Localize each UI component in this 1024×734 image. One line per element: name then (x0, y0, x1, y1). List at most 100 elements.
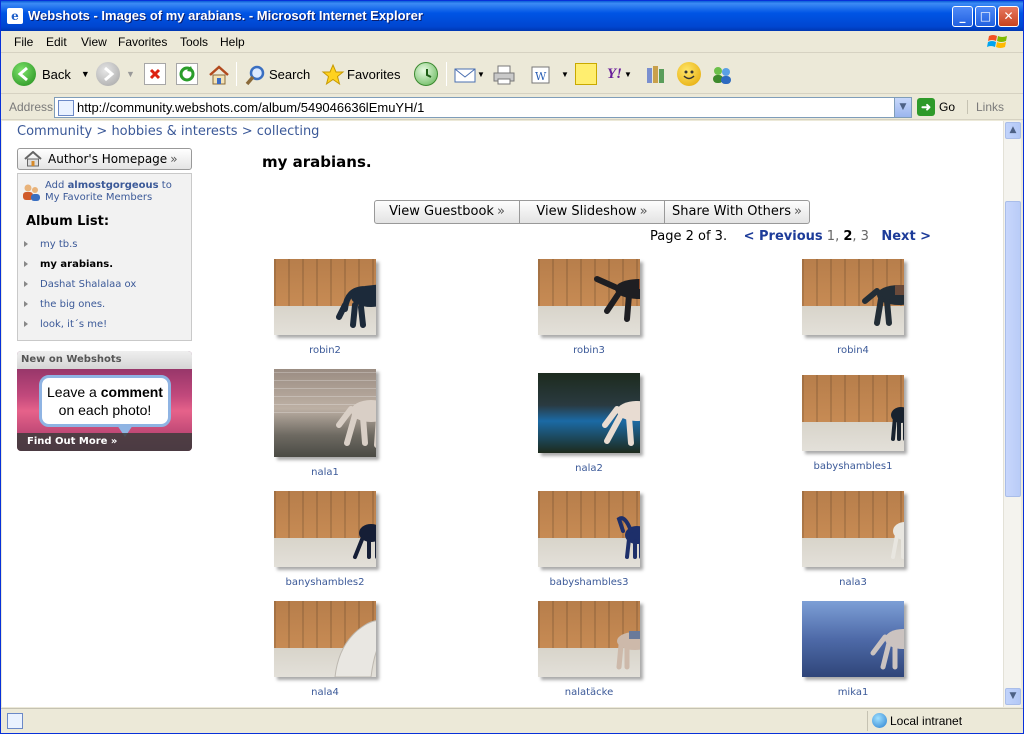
refresh-button[interactable] (176, 60, 198, 88)
photo-thumbnail[interactable]: nala1 (274, 369, 376, 478)
photo-image[interactable] (274, 601, 376, 677)
home-button[interactable] (207, 60, 229, 88)
menu-edit[interactable]: Edit (46, 35, 67, 49)
edit-dropdown-icon[interactable]: ▼ (561, 70, 569, 79)
yahoo-messenger-button[interactable] (677, 60, 701, 88)
scroll-down-icon[interactable]: ▼ (1005, 688, 1021, 705)
album-item[interactable]: look, it´s me! (24, 319, 107, 330)
search-icon (244, 63, 266, 86)
edit-button[interactable]: W ▼ (529, 60, 569, 88)
photo-image[interactable] (538, 601, 640, 677)
minimize-button[interactable]: _ (952, 6, 973, 27)
menu-help[interactable]: Help (220, 35, 245, 49)
menu-file[interactable]: File (14, 35, 33, 49)
photo-thumbnail[interactable]: nala2 (538, 373, 640, 474)
comment-promo-banner[interactable]: New on Webshots Leave a comment on each … (17, 351, 192, 451)
photo-thumbnail[interactable]: robin3 (538, 259, 640, 356)
page-link-1[interactable]: 1 (827, 229, 835, 244)
find-out-more-link[interactable]: Find Out More » (17, 433, 192, 451)
previous-page-link[interactable]: < Previous (744, 229, 823, 244)
photo-image[interactable] (538, 259, 640, 335)
stop-button[interactable] (144, 60, 166, 88)
photo-image[interactable] (802, 601, 904, 677)
scroll-up-icon[interactable]: ▲ (1005, 122, 1021, 139)
photo-thumbnail[interactable]: nalatäcke (538, 601, 640, 698)
mail-button[interactable]: ▼ (453, 60, 485, 88)
photo-caption[interactable]: robin4 (802, 345, 904, 356)
author-username[interactable]: almostgorgeous (68, 180, 159, 191)
menu-view[interactable]: View (81, 35, 107, 49)
mail-dropdown-icon[interactable]: ▼ (477, 70, 485, 79)
sticky-note-icon (575, 63, 597, 85)
history-button[interactable] (414, 60, 438, 88)
album-item[interactable]: Dashat Shalalaa ox (24, 279, 136, 290)
yahoo-dropdown-icon[interactable]: ▼ (624, 70, 632, 79)
album-item[interactable]: the big ones. (24, 299, 105, 310)
back-dropdown-icon[interactable]: ▼ (81, 69, 90, 79)
breadcrumb-hobbies[interactable]: hobbies & interests (111, 124, 237, 139)
photo-caption[interactable]: robin3 (538, 345, 640, 356)
photo-image[interactable] (538, 491, 640, 567)
photo-image[interactable] (802, 259, 904, 335)
close-button[interactable]: ✕ (998, 6, 1019, 27)
photo-thumbnail[interactable]: nala3 (802, 491, 904, 588)
photo-caption[interactable]: babyshambles3 (538, 577, 640, 588)
photo-image[interactable] (802, 491, 904, 567)
yahoo-button[interactable]: Y! ▼ (607, 60, 632, 88)
back-button[interactable]: Back ▼ (12, 60, 90, 88)
photo-thumbnail[interactable]: robin4 (802, 259, 904, 356)
view-slideshow-button[interactable]: View Slideshow» (520, 200, 665, 224)
menu-favorites[interactable]: Favorites (118, 35, 167, 49)
next-page-link[interactable]: Next > (881, 229, 931, 244)
maximize-button[interactable]: □ (975, 6, 996, 27)
search-button[interactable]: Search (244, 60, 310, 88)
messenger-people-icon (710, 63, 732, 85)
photo-thumbnail[interactable]: robin2 (274, 259, 376, 356)
photo-image[interactable] (802, 375, 904, 451)
photo-caption[interactable]: babyshambles1 (802, 461, 904, 472)
photo-thumbnail[interactable]: babyshambles1 (802, 375, 904, 472)
research-button[interactable] (644, 60, 666, 88)
photo-caption[interactable]: mika1 (802, 687, 904, 698)
photo-caption[interactable]: banyshambles2 (274, 577, 376, 588)
photo-caption[interactable]: nala1 (274, 467, 376, 478)
photo-thumbnail[interactable]: babyshambles3 (538, 491, 640, 588)
forward-button[interactable]: ▼ (96, 60, 135, 88)
photo-caption[interactable]: nala3 (802, 577, 904, 588)
photo-image[interactable] (274, 259, 376, 335)
page-link-3[interactable]: 3 (861, 229, 869, 244)
discuss-button[interactable] (575, 60, 597, 88)
photo-thumbnail[interactable]: nala4 (274, 601, 376, 698)
photo-caption[interactable]: nala2 (538, 463, 640, 474)
photo-thumbnail[interactable]: banyshambles2 (274, 491, 376, 588)
share-with-others-button[interactable]: Share With Others» (665, 200, 810, 224)
photo-caption[interactable]: nala4 (274, 687, 376, 698)
scroll-thumb[interactable] (1005, 201, 1021, 497)
breadcrumb-community[interactable]: Community (17, 124, 92, 139)
go-button[interactable]: ➜ Go (917, 98, 955, 116)
photo-image[interactable] (274, 369, 376, 457)
address-dropdown-icon[interactable]: ▼ (894, 98, 911, 117)
album-item[interactable]: my tb.s (24, 239, 78, 250)
address-field[interactable]: http://community.webshots.com/album/5490… (54, 97, 912, 118)
address-url[interactable]: http://community.webshots.com/album/5490… (77, 100, 424, 115)
research-books-icon (644, 63, 666, 85)
author-homepage-button[interactable]: Author's Homepage» (17, 148, 192, 170)
view-guestbook-button[interactable]: View Guestbook» (374, 200, 520, 224)
msn-messenger-button[interactable] (710, 60, 732, 88)
album-actions: View Guestbook» View Slideshow» Share Wi… (374, 200, 810, 224)
photo-image[interactable] (274, 491, 376, 567)
photo-caption[interactable]: robin2 (274, 345, 376, 356)
favorites-button[interactable]: Favorites (321, 60, 400, 88)
photo-thumbnail[interactable]: mika1 (802, 601, 904, 698)
photo-image[interactable] (538, 373, 640, 453)
history-icon (414, 62, 438, 86)
menu-tools[interactable]: Tools (180, 35, 208, 49)
add-favorite-member-link[interactable]: Add almostgorgeous to My Favorite Member… (45, 180, 185, 204)
photo-caption[interactable]: nalatäcke (538, 687, 640, 698)
links-label[interactable]: Links (967, 100, 1004, 114)
print-button[interactable] (492, 60, 515, 88)
breadcrumb-collecting[interactable]: collecting (257, 124, 320, 139)
vertical-scrollbar[interactable]: ▲ ▼ (1003, 121, 1021, 707)
svg-text:W: W (535, 70, 547, 83)
